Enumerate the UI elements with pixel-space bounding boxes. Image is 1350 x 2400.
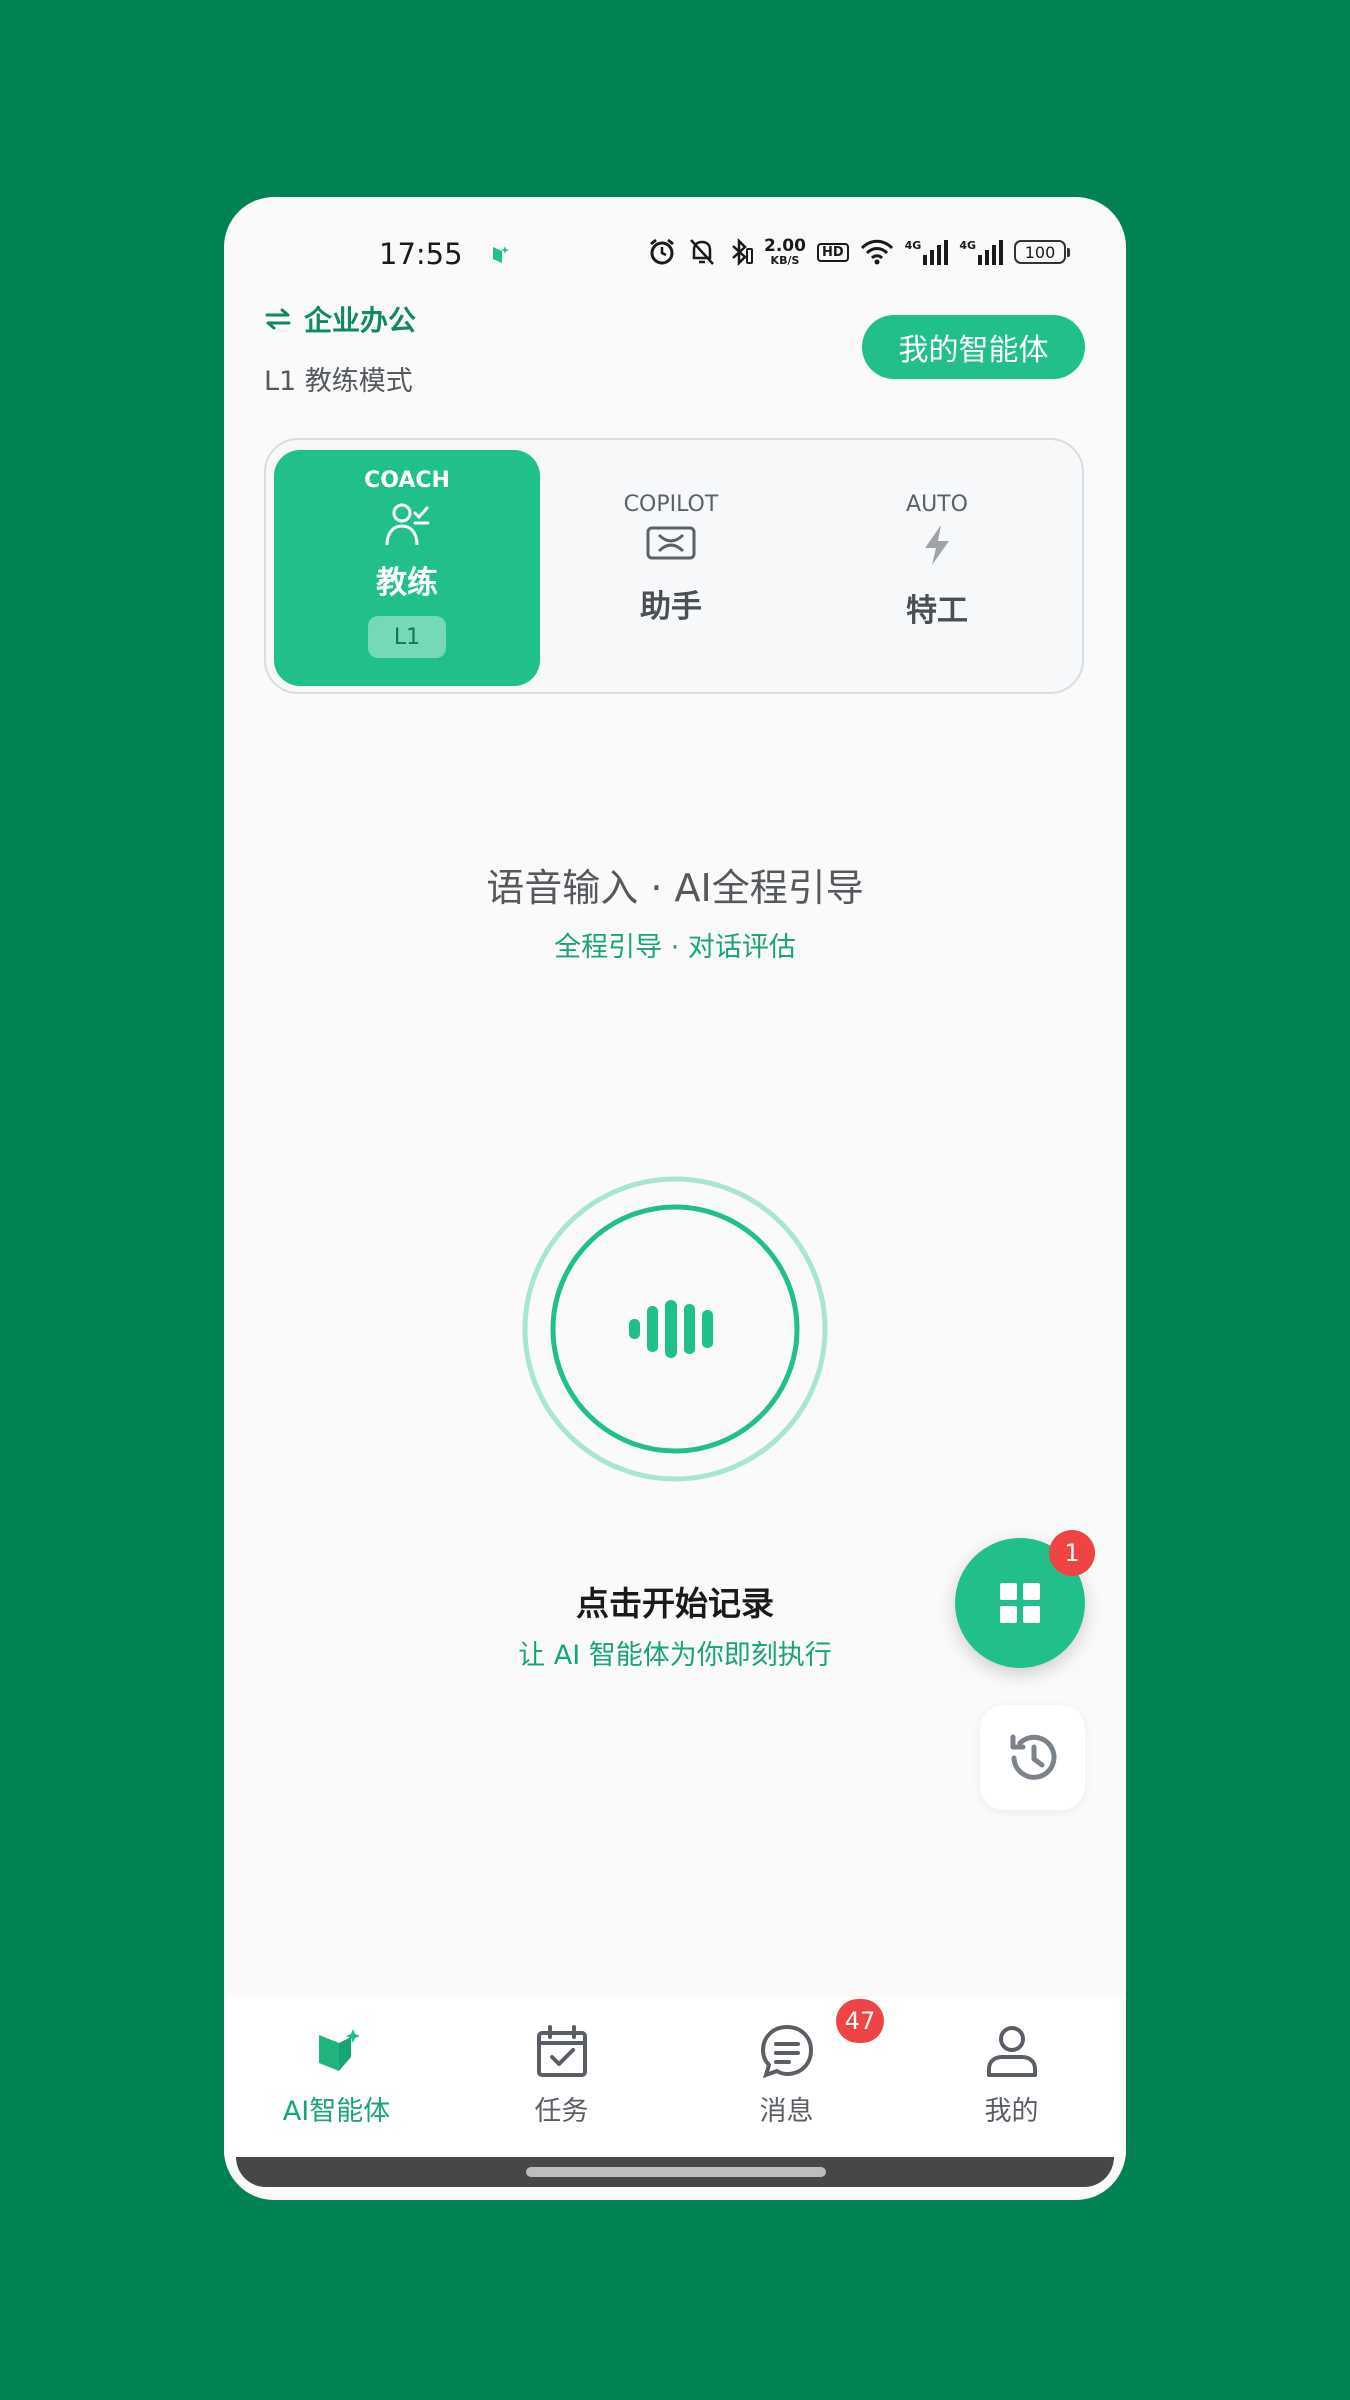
bottom-nav: AI智能体 任务 消息 47 我的 (224, 1997, 1126, 2157)
alarm-icon (650, 238, 674, 265)
mode-tag: COACH (364, 468, 450, 493)
mode-name: 助手 (640, 589, 702, 625)
calendar-check-icon (536, 2025, 587, 2077)
workspace-switch[interactable]: 企业办公 (264, 299, 416, 339)
phone-screen: 17:55 2.00 KB/S HD 4G 4G 100 企业办公 L1 教练模… (224, 197, 1126, 2200)
signal-bars-icon (923, 240, 949, 265)
mode-name: 特工 (906, 593, 968, 629)
voice-input-subtitle: 全程引导 · 对话评估 (554, 932, 796, 963)
mode-coach[interactable]: COACH 教练 L1 (274, 450, 540, 686)
chat-bubble-icon (760, 2024, 813, 2079)
level-badge: L1 (368, 616, 446, 658)
history-button[interactable] (980, 1705, 1085, 1810)
bluetooth-icon (732, 237, 753, 267)
messages-badge: 47 (836, 1999, 884, 2043)
workspace-label: 企业办公 (304, 304, 417, 337)
mode-name: 教练 (376, 565, 438, 601)
apps-badge: 1 (1049, 1530, 1095, 1576)
status-time: 17:55 (379, 237, 463, 271)
nav-label: 任务 (534, 2096, 589, 2127)
nav-label: AI智能体 (282, 2096, 391, 2127)
wifi-icon (860, 239, 893, 265)
nav-label: 消息 (759, 2096, 814, 2127)
mode-copilot[interactable]: COPILOT 助手 (538, 450, 804, 686)
my-agents-button[interactable]: 我的智能体 (862, 315, 1085, 379)
current-mode-label: L1 教练模式 (264, 366, 413, 397)
voice-input-title: 语音输入 · AI全程引导 (486, 866, 864, 910)
network-speed: 2.00 KB/S (764, 236, 806, 267)
ai-agent-icon (318, 2029, 360, 2071)
home-indicator[interactable] (526, 2167, 826, 2177)
nav-item-profile[interactable]: 我的 (899, 2023, 1124, 2128)
mode-selector: COACH 教练 L1 COPILOT 助手 AUTO 特工 (264, 438, 1084, 694)
mode-tag: COPILOT (623, 492, 719, 517)
battery-icon: 100 (1014, 240, 1070, 264)
lightning-icon (925, 525, 949, 565)
user-icon (986, 2026, 1037, 2077)
swap-icon (265, 308, 291, 330)
signal-4g-1: 4G (905, 239, 949, 265)
copilot-ticket-icon (646, 526, 696, 560)
nav-item-ai-agent[interactable]: AI智能体 (224, 2023, 449, 2128)
coach-person-icon (385, 503, 430, 546)
signal-4g-2: 4G (959, 239, 1003, 265)
history-icon (1010, 1734, 1056, 1780)
status-icons: 2.00 KB/S HD 4G 4G 100 (647, 236, 1070, 267)
gesture-bar (236, 2157, 1114, 2187)
app-notification-icon (493, 246, 509, 263)
mute-bell-icon (690, 239, 714, 265)
signal-bars-icon (978, 240, 1003, 265)
grid-icon (1000, 1583, 1040, 1623)
hd-icon: HD (816, 242, 849, 262)
nav-item-tasks[interactable]: 任务 (449, 2023, 674, 2128)
nav-label: 我的 (984, 2096, 1039, 2127)
mode-auto[interactable]: AUTO 特工 (804, 450, 1070, 686)
record-button[interactable] (522, 1176, 828, 1482)
mode-tag: AUTO (906, 492, 968, 517)
